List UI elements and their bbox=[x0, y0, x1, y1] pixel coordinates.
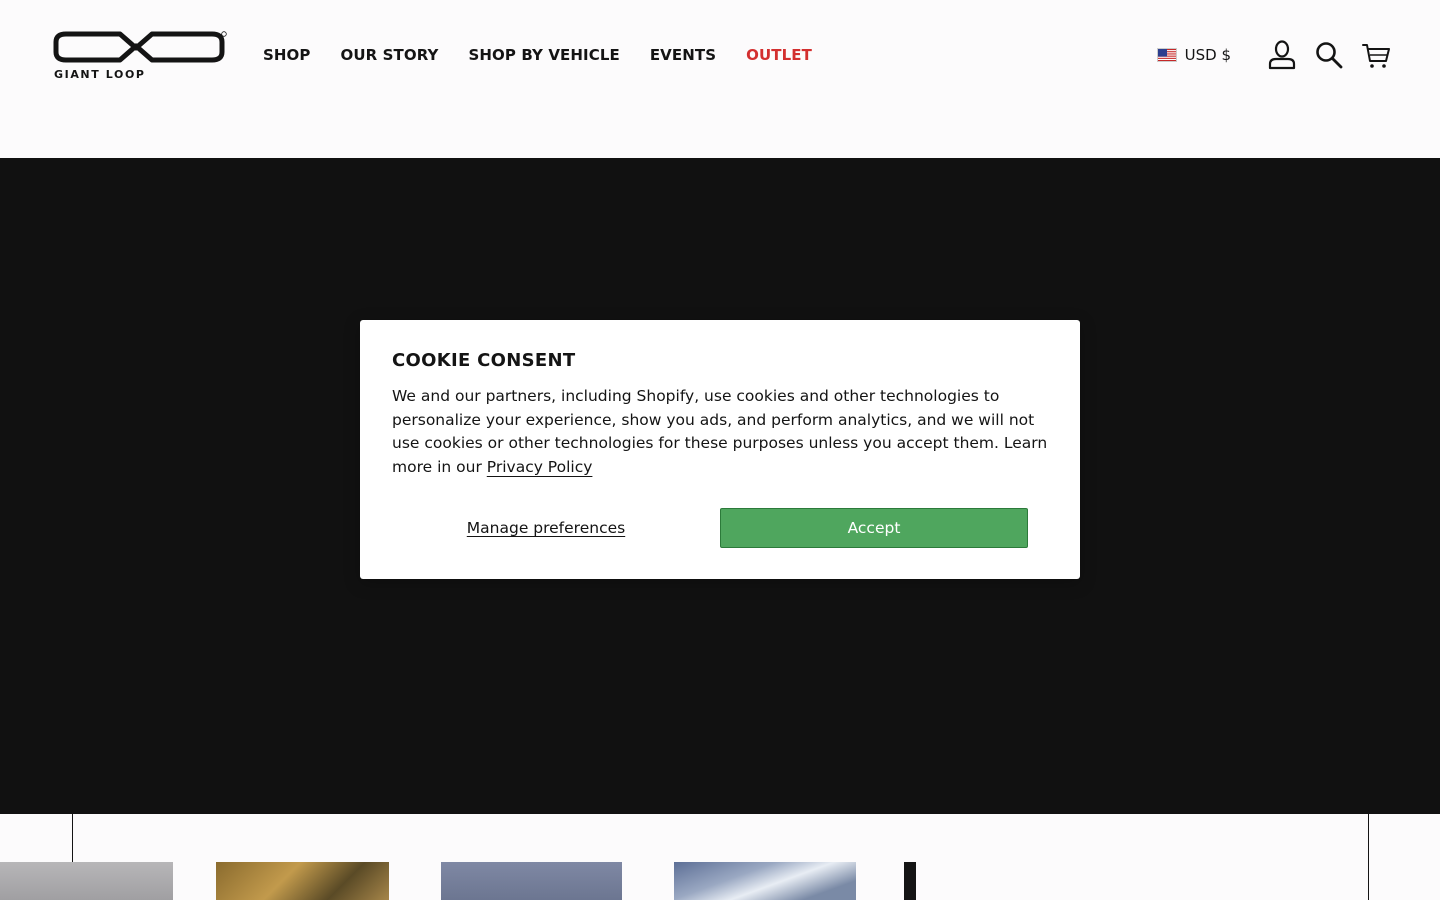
carousel-thumbnail[interactable] bbox=[216, 862, 389, 900]
carousel-border-right bbox=[1368, 814, 1369, 900]
carousel-thumbnail[interactable] bbox=[674, 862, 856, 900]
privacy-policy-link[interactable]: Privacy Policy bbox=[487, 458, 593, 476]
carousel-thumbnail[interactable] bbox=[441, 862, 622, 900]
nav-item-our-story[interactable]: OUR STORY bbox=[341, 44, 439, 66]
cookie-consent-actions: Manage preferences Accept bbox=[392, 508, 1028, 548]
product-carousel bbox=[0, 814, 1440, 900]
carousel-thumbnail[interactable] bbox=[904, 862, 916, 900]
currency-label: USD $ bbox=[1184, 46, 1231, 64]
user-icon[interactable] bbox=[1266, 39, 1298, 71]
cookie-consent-dialog: COOKIE CONSENT We and our partners, incl… bbox=[360, 320, 1080, 579]
nav-item-shop[interactable]: SHOP bbox=[263, 44, 311, 66]
search-icon[interactable] bbox=[1313, 39, 1345, 71]
nav-item-outlet[interactable]: OUTLET bbox=[746, 44, 812, 66]
header-utilities: USD $ bbox=[1156, 38, 1392, 72]
cart-icon[interactable] bbox=[1360, 39, 1392, 71]
cookie-consent-title: COOKIE CONSENT bbox=[392, 350, 576, 371]
nav-item-shop-by-vehicle[interactable]: SHOP BY VEHICLE bbox=[469, 44, 620, 66]
nav-item-events[interactable]: EVENTS bbox=[650, 44, 716, 66]
manage-preferences-button[interactable]: Manage preferences bbox=[392, 508, 700, 548]
carousel-thumbnail[interactable] bbox=[0, 862, 173, 900]
brand-logo[interactable]: GIANT LOOP bbox=[52, 30, 228, 84]
main-nav: SHOP OUR STORY SHOP BY VEHICLE EVENTS OU… bbox=[263, 44, 842, 66]
us-flag-icon bbox=[1156, 48, 1177, 62]
accept-button[interactable]: Accept bbox=[720, 508, 1028, 548]
currency-selector[interactable]: USD $ bbox=[1156, 46, 1231, 64]
brand-name: GIANT LOOP bbox=[54, 68, 146, 81]
giant-loop-logo-icon bbox=[53, 31, 227, 63]
cookie-consent-text: We and our partners, including Shopify, … bbox=[392, 385, 1048, 479]
site-header: GIANT LOOP SHOP OUR STORY SHOP BY VEHICL… bbox=[0, 0, 1440, 158]
